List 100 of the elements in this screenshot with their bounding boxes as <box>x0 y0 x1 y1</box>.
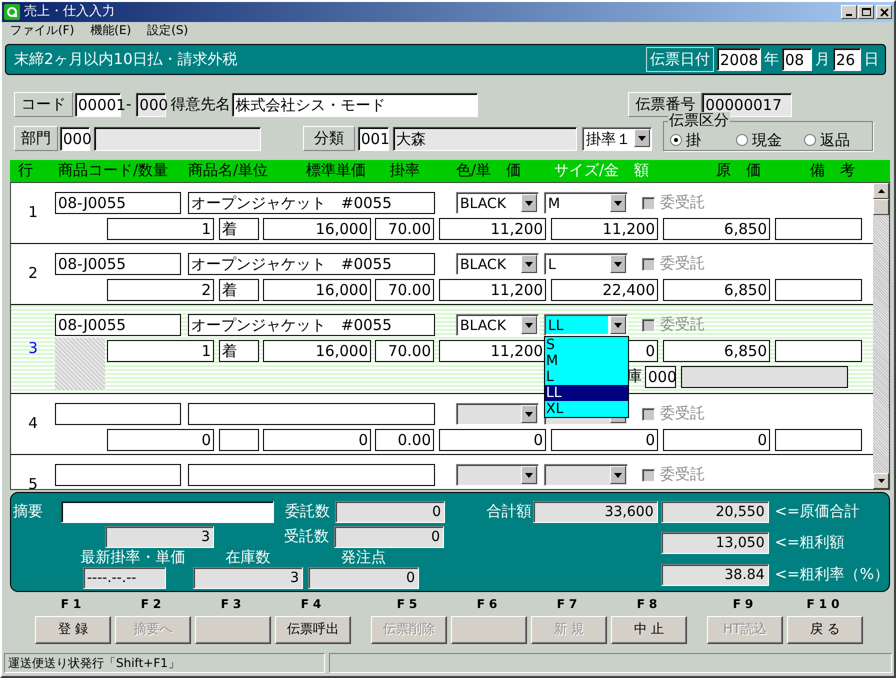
cost-field[interactable]: 6,850 <box>663 218 770 240</box>
unit-price-field[interactable]: 11,200 <box>439 340 546 362</box>
product-name-field[interactable]: オープンジャケット #0055 <box>188 314 435 336</box>
dropdown-option[interactable]: L <box>545 369 628 385</box>
product-name-field[interactable]: オープンジャケット #0055 <box>188 192 435 214</box>
size-select[interactable]: LL <box>544 314 628 336</box>
rate-select[interactable]: 掛率１ <box>582 127 652 151</box>
unit-price-field[interactable]: 0 <box>439 429 546 451</box>
department-code-field[interactable]: 000 <box>60 127 90 151</box>
quantity-field[interactable]: 2 <box>107 279 214 301</box>
checkbox-label: 委受託 <box>660 405 705 423</box>
amount-field[interactable]: 11,200 <box>551 218 658 240</box>
product-code-field[interactable] <box>55 403 181 425</box>
scroll-down-button[interactable] <box>873 473 889 489</box>
scrollbar-thumb[interactable] <box>873 199 889 215</box>
margin-field[interactable]: 38.84 <box>660 564 769 586</box>
department-name-field[interactable] <box>94 127 261 151</box>
quantity-field[interactable]: 0 <box>107 429 214 451</box>
color-select[interactable]: BLACK <box>456 192 539 214</box>
menu-item[interactable]: 設定(S) <box>147 24 188 38</box>
standard-price-field[interactable]: 16,000 <box>263 218 371 240</box>
cost-total-field[interactable]: 20,550 <box>660 501 769 523</box>
standard-price-field[interactable]: 0 <box>263 429 371 451</box>
rate-field[interactable]: 70.00 <box>375 218 434 240</box>
size-select[interactable]: L <box>544 253 628 275</box>
function-button[interactable]: 登 録 <box>35 616 111 644</box>
reorder-field[interactable]: 0 <box>308 567 419 589</box>
close-button[interactable] <box>876 5 892 19</box>
unit-field[interactable] <box>219 429 259 451</box>
consigned-field[interactable]: 0 <box>335 501 445 523</box>
size-select[interactable] <box>544 464 628 486</box>
branch-code-field[interactable]: 000 <box>136 92 166 116</box>
total-field[interactable]: 33,600 <box>532 501 658 523</box>
amount-field[interactable]: 22,400 <box>551 279 658 301</box>
date-field[interactable]: 26 <box>833 48 861 71</box>
color-select[interactable] <box>456 464 539 486</box>
unit-field[interactable]: 着 <box>219 279 259 301</box>
cost-field[interactable]: 6,850 <box>663 279 770 301</box>
radio-button[interactable] <box>804 134 816 146</box>
quantity-field[interactable]: 1 <box>107 218 214 240</box>
rate-field[interactable]: 70.00 <box>375 279 434 301</box>
radio-button[interactable] <box>670 134 682 146</box>
function-button[interactable]: 伝票呼出 <box>275 616 351 644</box>
remarks-field[interactable] <box>775 218 862 240</box>
standard-price-field[interactable]: 16,000 <box>263 340 371 362</box>
received-field[interactable]: 0 <box>334 526 444 548</box>
warehouse-code-field[interactable]: 000 <box>645 366 676 388</box>
color-select[interactable] <box>456 403 539 425</box>
menu-item[interactable]: 機能(E) <box>90 24 132 38</box>
amount-field[interactable]: 0 <box>551 429 658 451</box>
product-code-field[interactable] <box>55 464 181 486</box>
size-select[interactable]: M <box>544 192 628 214</box>
product-code-field[interactable]: 08-J0055 <box>55 314 181 336</box>
dropdown-option[interactable]: LL <box>545 385 628 401</box>
dropdown-option[interactable]: XL <box>545 401 628 417</box>
category-name-field[interactable]: 大森 <box>393 127 577 151</box>
latest-field[interactable]: ----.--.-- <box>83 567 166 589</box>
quantity-field[interactable]: 1 <box>107 340 214 362</box>
unit-field[interactable]: 着 <box>219 340 259 362</box>
close-icon <box>880 8 888 16</box>
product-name-field[interactable] <box>188 464 435 486</box>
customer-name-field[interactable]: 株式会社シス・モード <box>232 92 478 116</box>
dropdown-option[interactable]: M <box>545 353 628 369</box>
unit-price-field[interactable]: 11,200 <box>439 279 546 301</box>
product-name-field[interactable]: オープンジャケット #0055 <box>188 253 435 275</box>
rate-field[interactable]: 70.00 <box>375 340 434 362</box>
remarks-field[interactable] <box>775 340 862 362</box>
date-field[interactable]: 2008 <box>717 48 761 71</box>
key-label: F7 <box>556 598 582 613</box>
stock-field[interactable]: 3 <box>193 567 303 589</box>
remarks-field[interactable] <box>775 279 862 301</box>
color-select[interactable]: BLACK <box>456 314 539 336</box>
function-button[interactable] <box>451 616 527 644</box>
function-button[interactable] <box>195 616 271 644</box>
product-name-field[interactable] <box>188 403 435 425</box>
color-select[interactable]: BLACK <box>456 253 539 275</box>
count-field[interactable]: 3 <box>105 526 214 548</box>
standard-price-field[interactable]: 16,000 <box>263 279 371 301</box>
warehouse-name-field[interactable] <box>681 366 848 388</box>
cost-field[interactable]: 0 <box>663 429 770 451</box>
key-label: F8 <box>636 598 662 613</box>
cost-field[interactable]: 6,850 <box>663 340 770 362</box>
category-code-field[interactable]: 001 <box>358 127 389 151</box>
gross-profit-field[interactable]: 13,050 <box>660 532 769 554</box>
unit-price-field[interactable]: 11,200 <box>439 218 546 240</box>
radio-button[interactable] <box>736 134 748 146</box>
unit-field[interactable]: 着 <box>219 218 259 240</box>
maximize-button[interactable] <box>858 5 874 19</box>
minimize-button[interactable] <box>841 5 857 19</box>
remarks-field[interactable] <box>775 429 862 451</box>
menu-item[interactable]: ファイル(F) <box>10 24 74 38</box>
product-code-field[interactable]: 08-J0055 <box>55 253 181 275</box>
memo-field[interactable] <box>61 501 274 523</box>
rate-field[interactable]: 0.00 <box>375 429 434 451</box>
product-code-field[interactable]: 08-J0055 <box>55 192 181 214</box>
dropdown-option[interactable]: S <box>545 337 628 353</box>
date-field[interactable]: 08 <box>782 48 812 71</box>
scroll-up-button[interactable] <box>873 183 889 199</box>
function-button[interactable]: 戻 る <box>787 616 863 644</box>
function-button[interactable]: 中 止 <box>611 616 687 644</box>
